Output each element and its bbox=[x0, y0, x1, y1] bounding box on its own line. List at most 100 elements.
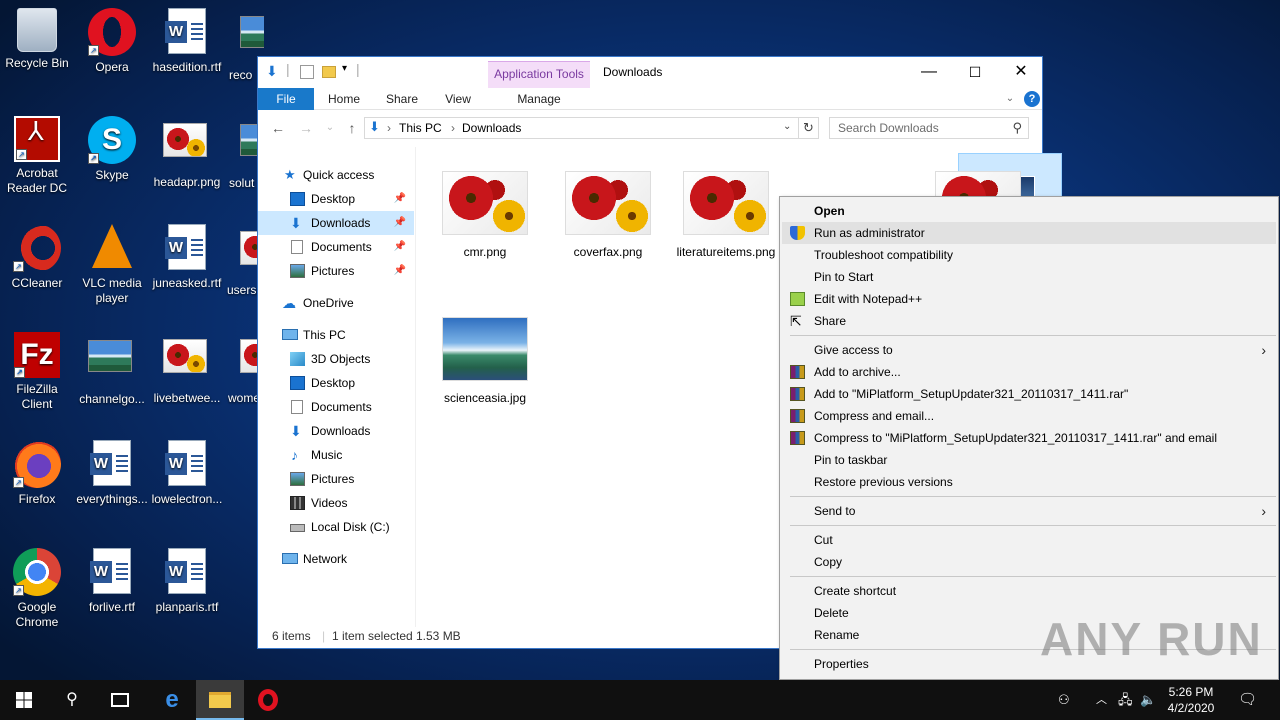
desktop-icon-channelgo[interactable]: channelgo... bbox=[75, 332, 149, 407]
menu-restore-previous-versions[interactable]: Restore previous versions bbox=[782, 471, 1276, 493]
action-center-icon[interactable]: 🗨 bbox=[1238, 680, 1257, 720]
nav-pc-desktop[interactable]: Desktop bbox=[258, 371, 414, 395]
nav-network[interactable]: Network bbox=[258, 547, 414, 571]
menu-send-to[interactable]: Send to › bbox=[782, 500, 1276, 522]
taskbar-file-explorer[interactable] bbox=[196, 680, 244, 720]
nav-quick-access[interactable]: ★ Quick access bbox=[258, 163, 414, 187]
opera-icon: ↗ bbox=[88, 8, 136, 56]
desktop-icon-hasedition[interactable]: hasedition.rtf bbox=[150, 8, 224, 75]
pin-icon[interactable]: 📌 bbox=[394, 259, 406, 283]
pin-icon[interactable]: 📌 bbox=[394, 187, 406, 211]
pin-icon[interactable]: 📌 bbox=[394, 235, 406, 259]
file-item[interactable]: literatureitems.png bbox=[676, 171, 776, 260]
desktop-icon-livebetwee[interactable]: livebetwee... bbox=[150, 332, 224, 406]
nav-qa-documents[interactable]: Documents 📌 bbox=[258, 235, 414, 259]
menu-add-to-archive[interactable]: Add to archive... bbox=[782, 361, 1276, 383]
nav-pc-pictures[interactable]: Pictures bbox=[258, 467, 414, 491]
new-folder-qat-icon[interactable] bbox=[322, 66, 336, 78]
tab-manage[interactable]: Manage bbox=[488, 88, 590, 110]
desktop-icon-planparis[interactable]: planparis.rtf bbox=[150, 548, 224, 615]
menu-edit-with-notepadpp[interactable]: Edit with Notepad++ bbox=[782, 288, 1276, 310]
desktop-icon-vlc[interactable]: VLC media player bbox=[75, 224, 149, 306]
maximize-button[interactable]: ☐ bbox=[952, 57, 998, 87]
nav-qa-downloads[interactable]: ⬇ Downloads 📌 bbox=[258, 211, 414, 235]
taskbar-opera[interactable] bbox=[244, 680, 292, 720]
minimize-button[interactable]: — bbox=[906, 57, 952, 87]
menu-create-shortcut[interactable]: Create shortcut bbox=[782, 580, 1276, 602]
menu-pin-to-taskbar[interactable]: Pin to taskbar bbox=[782, 449, 1276, 471]
menu-share[interactable]: ⇱ Share bbox=[782, 310, 1276, 332]
address-dropdown-icon[interactable]: ⌄ bbox=[783, 121, 791, 132]
desktop-icon-ccleaner[interactable]: ↗ CCleaner bbox=[0, 224, 74, 291]
desktop-icon-everythings[interactable]: everythings... bbox=[75, 440, 149, 507]
qat-dropdown-icon[interactable]: ▾ bbox=[342, 63, 347, 81]
file-item[interactable]: cmr.png bbox=[430, 171, 540, 260]
recent-locations-icon[interactable]: ⌄ bbox=[320, 118, 340, 138]
tab-view[interactable]: View bbox=[438, 88, 478, 110]
nav-pc-downloads[interactable]: ⬇ Downloads bbox=[258, 419, 414, 443]
up-button[interactable]: ↑ bbox=[342, 118, 362, 138]
nav-music[interactable]: ♪ Music bbox=[258, 443, 414, 467]
help-icon[interactable]: ? bbox=[1024, 91, 1040, 107]
nav-this-pc[interactable]: This PC bbox=[258, 323, 414, 347]
nav-onedrive[interactable]: ☁ OneDrive bbox=[258, 291, 414, 315]
desktop-icon-recycle-bin[interactable]: Recycle Bin bbox=[0, 8, 74, 71]
tab-file[interactable]: File bbox=[258, 88, 314, 110]
desktop-icon-opera[interactable]: ↗ Opera bbox=[75, 8, 149, 75]
volume-icon[interactable]: 🔈 bbox=[1140, 680, 1156, 720]
back-button[interactable]: ← bbox=[268, 118, 288, 138]
menu-troubleshoot-compatibility[interactable]: Troubleshoot compatibility bbox=[782, 244, 1276, 266]
ribbon-expand-icon[interactable]: ⌄ bbox=[1000, 88, 1020, 110]
menu-cut[interactable]: Cut bbox=[782, 529, 1276, 551]
refresh-button[interactable]: ↻ bbox=[799, 117, 819, 139]
clock[interactable]: 5:26 PM 4/2/2020 bbox=[1160, 684, 1222, 716]
menu-add-to-rar[interactable]: Add to "MiPlatform_SetupUpdater321_20110… bbox=[782, 383, 1276, 405]
nav-qa-pictures[interactable]: Pictures 📌 bbox=[258, 259, 414, 283]
desktop-icon-acrobat[interactable]: ⅄ ↗ Acrobat Reader DC bbox=[0, 116, 74, 196]
menu-compress-and-email[interactable]: Compress and email... bbox=[782, 405, 1276, 427]
taskbar-edge[interactable]: e bbox=[148, 680, 196, 720]
downloads-icon: ⬇ bbox=[290, 215, 302, 231]
clock-time: 5:26 PM bbox=[1168, 685, 1214, 699]
desktop-icon-lowelectron[interactable]: lowelectron... bbox=[150, 440, 224, 507]
desktop-icon-forlive[interactable]: forlive.rtf bbox=[75, 548, 149, 615]
start-button[interactable] bbox=[0, 680, 48, 720]
nav-local-disk[interactable]: Local Disk (C:) bbox=[258, 515, 414, 539]
network-status-icon[interactable]: 🖧 bbox=[1118, 680, 1133, 720]
nav-videos[interactable]: Videos bbox=[258, 491, 414, 515]
task-view-button[interactable] bbox=[96, 680, 144, 720]
tab-home[interactable]: Home bbox=[322, 88, 366, 110]
chrome-icon: ↗ bbox=[13, 548, 61, 596]
pin-icon[interactable]: 📌 bbox=[394, 211, 406, 235]
desktop-icon-filezilla[interactable]: Fz ↗ FileZilla Client bbox=[0, 332, 74, 412]
vlc-icon bbox=[92, 224, 132, 268]
search-input[interactable]: Search Downloads ⚲ bbox=[829, 117, 1029, 139]
people-icon[interactable]: ⚇ bbox=[1058, 680, 1070, 720]
forward-button[interactable]: → bbox=[296, 118, 316, 138]
desktop-icon-firefox[interactable]: ↗ Firefox bbox=[0, 440, 74, 507]
properties-qat-icon[interactable] bbox=[300, 65, 314, 79]
menu-give-access-to[interactable]: Give access to › bbox=[782, 339, 1276, 361]
nav-3d-objects[interactable]: 3D Objects bbox=[258, 347, 414, 371]
desktop-icon-juneasked[interactable]: juneasked.rtf bbox=[150, 224, 224, 291]
close-button[interactable]: ✕ bbox=[998, 57, 1044, 87]
tray-overflow-icon[interactable]: ︿ bbox=[1096, 680, 1107, 720]
tab-share[interactable]: Share bbox=[380, 88, 424, 110]
edge-icon: e bbox=[165, 686, 179, 713]
search-button[interactable]: ⚲ bbox=[48, 680, 96, 720]
menu-pin-to-start[interactable]: Pin to Start bbox=[782, 266, 1276, 288]
breadcrumb-downloads[interactable]: Downloads bbox=[462, 121, 521, 135]
file-item[interactable]: scienceasia.jpg bbox=[430, 317, 540, 406]
desktop-icon-skype[interactable]: S ↗ Skype bbox=[75, 116, 149, 183]
nav-qa-desktop[interactable]: Desktop 📌 bbox=[258, 187, 414, 211]
desktop-icon-headapr[interactable]: headapr.png bbox=[150, 116, 224, 190]
menu-copy[interactable]: Copy bbox=[782, 551, 1276, 573]
file-item[interactable]: coverfax.png bbox=[553, 171, 663, 260]
breadcrumb-this-pc[interactable]: This PC bbox=[399, 121, 442, 135]
menu-open[interactable]: Open bbox=[782, 200, 1276, 222]
desktop-icon-chrome[interactable]: ↗ Google Chrome bbox=[0, 548, 74, 630]
menu-run-as-administrator[interactable]: Run as administrator bbox=[782, 222, 1276, 244]
menu-compress-to-rar-and-email[interactable]: Compress to "MiPlatform_SetupUpdater321_… bbox=[782, 427, 1276, 449]
nav-pc-documents[interactable]: Documents bbox=[258, 395, 414, 419]
address-bar[interactable]: ⬇ › This PC › Downloads ⌄ bbox=[364, 117, 799, 139]
